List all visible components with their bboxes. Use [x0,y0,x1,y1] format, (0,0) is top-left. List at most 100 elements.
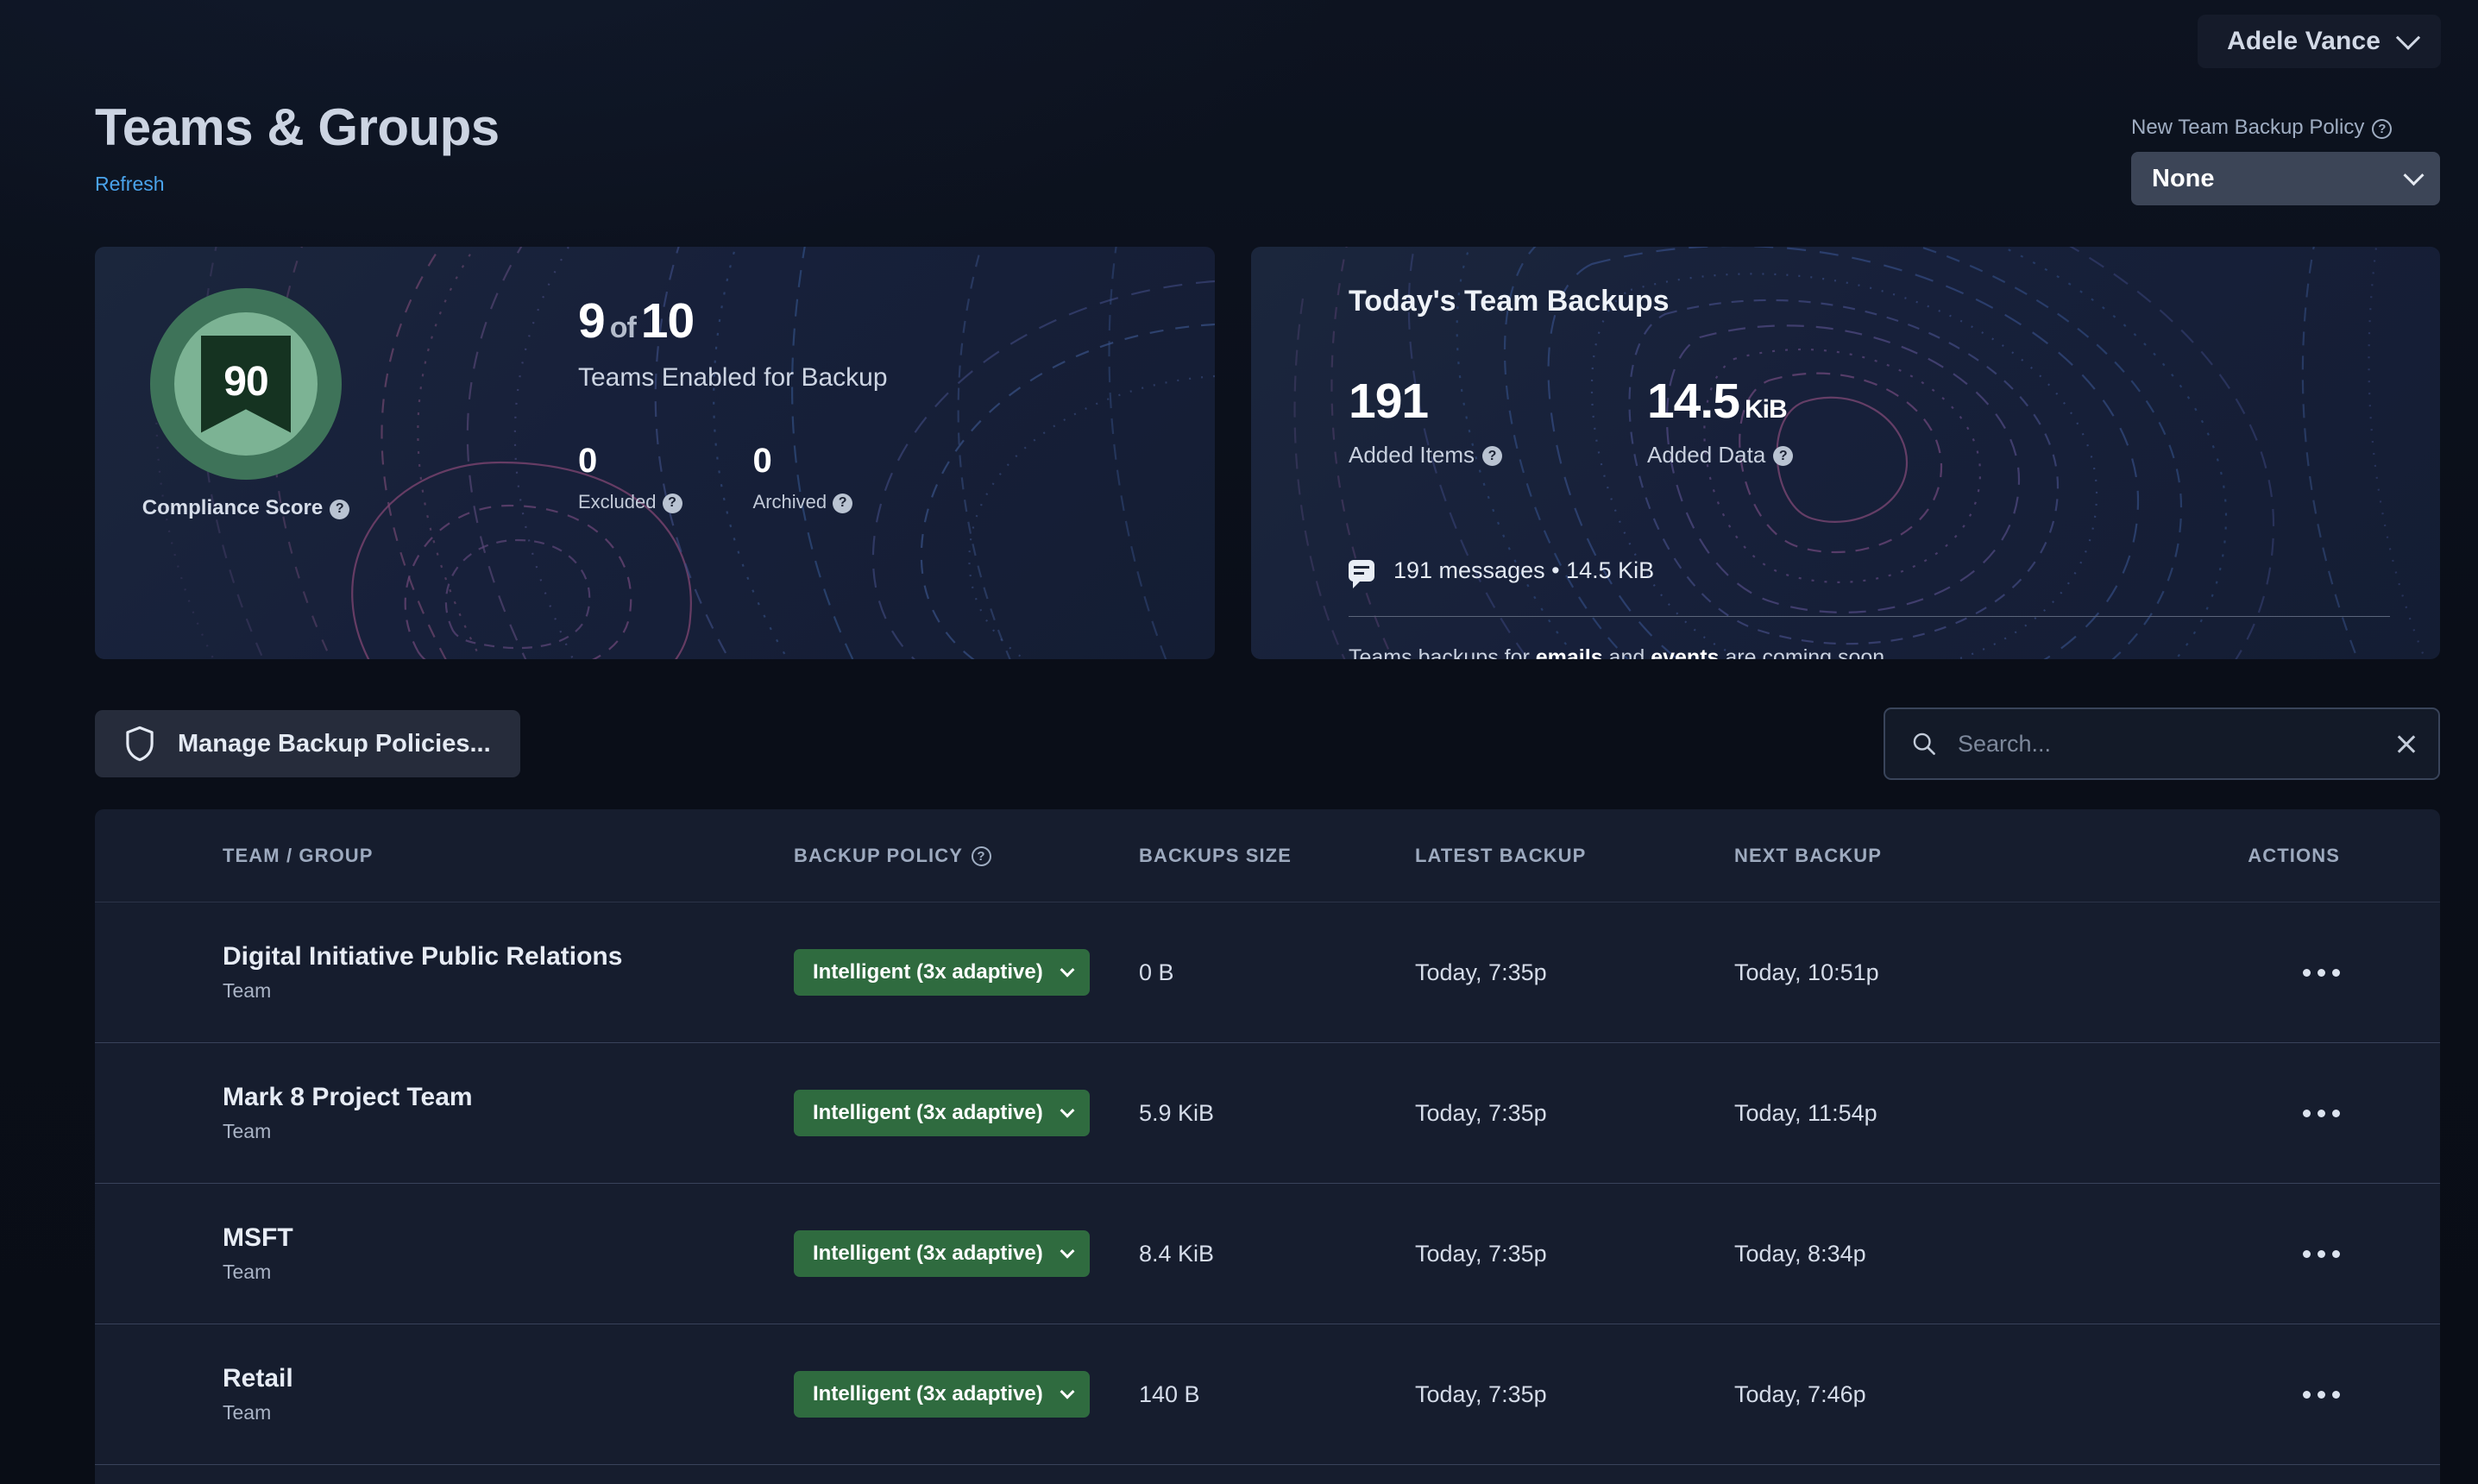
backup-policy-value: Intelligent (3x adaptive) [813,1382,1043,1405]
shield-icon [126,726,154,762]
team-kind: Team [223,1401,272,1424]
user-menu-button[interactable]: Adele Vance [2198,15,2441,68]
search-input[interactable] [1958,730,2374,758]
refresh-link[interactable]: Refresh [95,173,165,196]
stat-excluded-label: Excluded ? [578,491,682,513]
question-circle-icon[interactable]: ? [662,493,682,513]
stat-archived-value: 0 [752,442,772,480]
backups-size-value: 140 B [1139,1380,1200,1407]
teams-enabled-total: 10 [640,293,695,349]
table-row[interactable]: Mark 8 Project Team Team Intelligent (3x… [95,1043,2440,1184]
team-cell: Digital Initiative Public Relations Team [95,942,794,1003]
question-circle-icon[interactable]: ? [330,499,350,519]
team-cell: MSFT Team [95,1223,794,1285]
next-backup-value: Today, 10:51p [1734,959,1879,985]
added-items-label-text: Added Items [1349,442,1475,468]
chevron-down-icon [1060,962,1075,978]
close-icon[interactable] [2395,733,2418,755]
todays-team-backups-card: Today's Team Backups 191 Added Items ? 1… [1251,247,2440,659]
chevron-down-icon [1060,1103,1075,1118]
question-circle-icon[interactable]: ? [833,493,853,513]
team-cell: Retail Team [95,1364,794,1425]
question-circle-icon[interactable]: ? [972,846,992,866]
column-header-backup-policy-text: BACKUP POLICY [794,844,964,866]
user-name: Adele Vance [2227,27,2381,55]
stat-excluded-value: 0 [578,442,598,480]
actions-cell [2079,968,2440,977]
stat-archived-label-text: Archived [752,491,827,512]
title-block: Teams & Groups Refresh [95,102,500,196]
table-row[interactable]: MSFT Team Intelligent (3x adaptive) 8.4 … [95,1184,2440,1324]
stat-archived-label: Archived ? [753,491,853,513]
latest-backup-value: Today, 7:35p [1415,1240,1547,1267]
todays-team-backups-title: Today's Team Backups [1349,285,1670,318]
added-data-value: 14.5 [1646,374,1740,429]
compliance-score-caption: Compliance Score ? [142,496,350,520]
teams-mini-stats: 0 Excluded ? 0 Archived ? [578,443,853,513]
messages-summary-text: 191 messages • 14.5 KiB [1393,557,1655,583]
backups-size-value: 8.4 KiB [1139,1240,1215,1267]
backup-policy-value: Intelligent (3x adaptive) [813,1101,1043,1124]
backup-policy-dropdown[interactable]: Intelligent (3x adaptive) [794,949,1090,996]
backups-size-value: 0 B [1139,959,1174,985]
team-name: MSFT [223,1223,293,1252]
question-circle-icon[interactable]: ? [1481,446,1502,466]
manage-backup-policies-button[interactable]: Manage Backup Policies... [95,710,520,777]
top-bar: Adele Vance [0,0,2478,85]
backup-policy-dropdown[interactable]: Intelligent (3x adaptive) [794,1371,1090,1418]
compliance-score-ring: 90 [150,288,342,480]
new-team-backup-policy-label-text: New Team Backup Policy [2131,116,2365,139]
question-circle-icon[interactable]: ? [1773,446,1794,466]
coming-soon-events: events [1651,645,1720,659]
team-name: Retail [223,1363,293,1393]
added-data-label-text: Added Data [1646,442,1766,468]
compliance-score-value: 90 [223,358,268,405]
stat-excluded-label-text: Excluded [578,491,657,512]
teams-table: TEAM / GROUP BACKUP POLICY ? BACKUPS SIZ… [95,809,2440,1484]
column-header-latest-backup: LATEST BACKUP [1415,844,1587,866]
team-kind: Team [223,979,272,1003]
messages-summary-row: 191 messages • 14.5 KiB [1349,557,1655,588]
teams-and-groups-page: Adele Vance Teams & Groups Refresh New T… [0,0,2478,1484]
policy-cell: Intelligent (3x adaptive) [794,1371,1139,1418]
search-box[interactable] [1884,707,2440,780]
table-row[interactable]: Retail Team Intelligent (3x adaptive) 14… [95,1324,2440,1465]
divider [1349,616,2390,617]
more-actions-icon[interactable] [2303,1249,2340,1258]
added-items-stat: 191 Added Items ? [1349,377,1502,468]
chevron-down-icon [1060,1384,1075,1399]
latest-backup-value: Today, 7:35p [1415,959,1547,985]
team-name: Mark 8 Project Team [223,1082,473,1111]
next-backup-value: Today, 8:34p [1734,1240,1866,1267]
table-row[interactable]: Digital Initiative Public Relations Team… [95,902,2440,1043]
team-cell: Mark 8 Project Team Team [95,1083,794,1144]
policy-cell: Intelligent (3x adaptive) [794,949,1139,996]
added-data-unit: KiB [1744,395,1788,424]
policy-cell: Intelligent (3x adaptive) [794,1230,1139,1277]
page-title: Teams & Groups [95,98,500,156]
question-circle-icon[interactable]: ? [2372,118,2393,139]
teams-enabled-of: of [609,311,637,344]
team-kind: Team [223,1120,272,1143]
more-actions-icon[interactable] [2303,1390,2340,1399]
more-actions-icon[interactable] [2303,968,2340,977]
new-team-backup-policy-value: None [2152,164,2215,192]
table-header-row: TEAM / GROUP BACKUP POLICY ? BACKUPS SIZ… [95,809,2440,902]
backups-size-value: 5.9 KiB [1139,1099,1215,1126]
column-header-next-backup: NEXT BACKUP [1734,844,1882,866]
backup-policy-value: Intelligent (3x adaptive) [813,1242,1043,1265]
backup-policy-dropdown[interactable]: Intelligent (3x adaptive) [794,1090,1090,1136]
latest-backup-value: Today, 7:35p [1415,1380,1547,1407]
stat-excluded: 0 Excluded ? [578,443,682,513]
backup-policy-dropdown[interactable]: Intelligent (3x adaptive) [794,1230,1090,1277]
new-team-backup-policy-label: New Team Backup Policy ? [2131,116,2440,140]
new-team-backup-policy-select[interactable]: None [2131,152,2440,205]
coming-soon-emails: emails [1535,645,1603,659]
added-items-label: Added Items ? [1349,442,1502,468]
column-header-backup-policy: BACKUP POLICY ? [794,845,1139,867]
message-bubble-icon [1349,560,1374,588]
compliance-score-caption-text: Compliance Score [142,496,324,519]
more-actions-icon[interactable] [2303,1109,2340,1117]
chevron-down-icon [2403,164,2425,186]
stat-archived: 0 Archived ? [753,443,853,513]
